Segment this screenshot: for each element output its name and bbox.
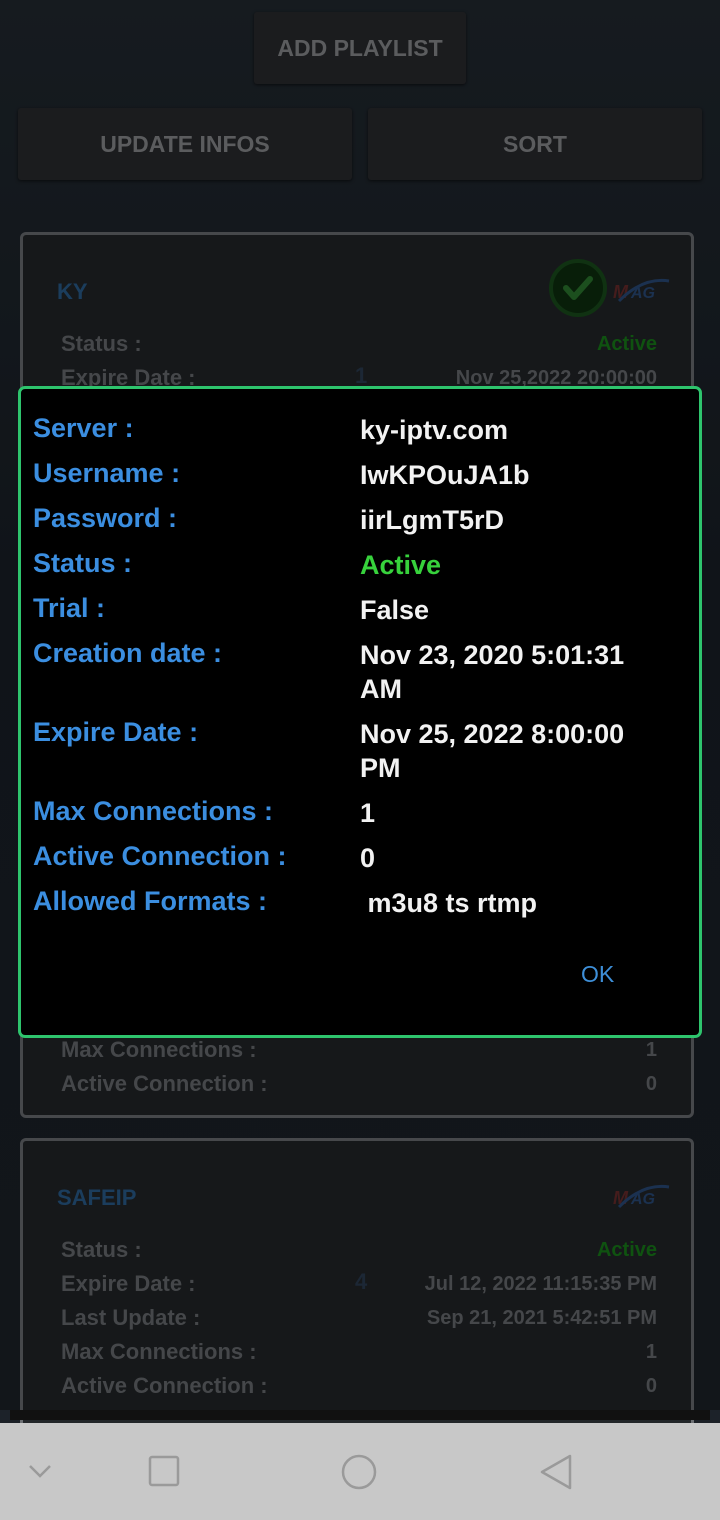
check-circle-icon (549, 259, 607, 317)
ok-button[interactable]: OK (581, 961, 614, 988)
row-value: 0 (645, 1072, 657, 1095)
dialog-value: 1 (360, 798, 376, 828)
dialog-label: Creation date : (33, 638, 223, 668)
card-row-active-connection: Active Connection : 0 (61, 1069, 657, 1099)
dialog-value: 0 (360, 843, 376, 873)
row-value: 1 (645, 1340, 657, 1363)
row-label: Status : (61, 1237, 142, 1262)
dialog-value: m3u8 ts rtmp (360, 888, 538, 918)
row-label: Max Connections : (61, 1339, 257, 1364)
row-value: Jul 12, 2022 11:15:35 PM (424, 1272, 657, 1295)
back-icon[interactable] (538, 1453, 574, 1491)
row-value: 1 (645, 1038, 657, 1061)
card-row-max-connections: Max Connections : 1 (61, 1035, 657, 1065)
home-icon[interactable] (340, 1453, 378, 1491)
account-info-dialog: Server : ky-iptv.com Username : IwKPOuJA… (18, 386, 702, 1038)
chevron-down-icon[interactable] (28, 1463, 52, 1479)
recent-apps-icon[interactable] (148, 1455, 180, 1487)
dialog-label: Trial : (33, 593, 106, 623)
row-value: Active (596, 332, 657, 355)
system-nav-bar (0, 1423, 720, 1520)
card-row-status: Status : Active (61, 329, 657, 359)
dialog-label: Password : (33, 503, 178, 533)
playlist-name: SAFEIP (57, 1185, 137, 1210)
dialog-label: Server : (33, 413, 134, 443)
card-row-expire: Expire Date : Jul 12, 2022 11:15:35 PM (61, 1269, 657, 1299)
dialog-value: Nov 23, 2020 5:01:31 AM (360, 640, 625, 704)
mag-logo-icon: M AG (613, 278, 670, 303)
row-label: Last Update : (61, 1305, 201, 1330)
dialog-value: Nov 25, 2022 8:00:00 PM (360, 719, 625, 783)
row-label: Active Connection : (61, 1071, 268, 1096)
row-label: Max Connections : (61, 1037, 257, 1062)
playlist-name: KY (57, 279, 88, 304)
nav-divider (10, 1410, 710, 1420)
dialog-label: Max Connections : (33, 796, 274, 826)
card-row-active-connection: Active Connection : 0 (61, 1371, 657, 1401)
card-row-status: Status : Active (61, 1235, 657, 1265)
row-value: Sep 21, 2021 5:42:51 PM (426, 1306, 657, 1329)
dialog-label: Expire Date : (33, 717, 199, 747)
dialog-label: Status : (33, 548, 133, 578)
dialog-value: False (360, 595, 430, 625)
row-value: Active (596, 1238, 657, 1261)
card-row-max-connections: Max Connections : 1 (61, 1337, 657, 1367)
dialog-label: Active Connection : (33, 841, 287, 871)
row-label: Expire Date : (61, 1271, 196, 1296)
update-infos-button[interactable]: UPDATE INFOS (18, 108, 352, 180)
dialog-value: Active (360, 550, 442, 580)
row-value: 0 (645, 1374, 657, 1397)
dialog-value: iirLgmT5rD (360, 505, 505, 535)
dialog-value: ky-iptv.com (360, 415, 509, 445)
row-label: Active Connection : (61, 1373, 268, 1398)
sort-button[interactable]: SORT (368, 108, 702, 180)
playlist-card-safeip[interactable]: SAFEIP M AG 4 Status : Active Expire Dat… (20, 1138, 694, 1428)
dialog-label: Username : (33, 458, 181, 488)
mag-logo-icon: M AG (613, 1184, 670, 1209)
card-row-last-update: Last Update : Sep 21, 2021 5:42:51 PM (61, 1303, 657, 1333)
row-label: Status : (61, 331, 142, 356)
add-playlist-button[interactable]: ADD PLAYLIST (254, 12, 466, 84)
dialog-value: IwKPOuJA1b (360, 460, 530, 490)
dialog-label: Allowed Formats : (33, 886, 268, 916)
